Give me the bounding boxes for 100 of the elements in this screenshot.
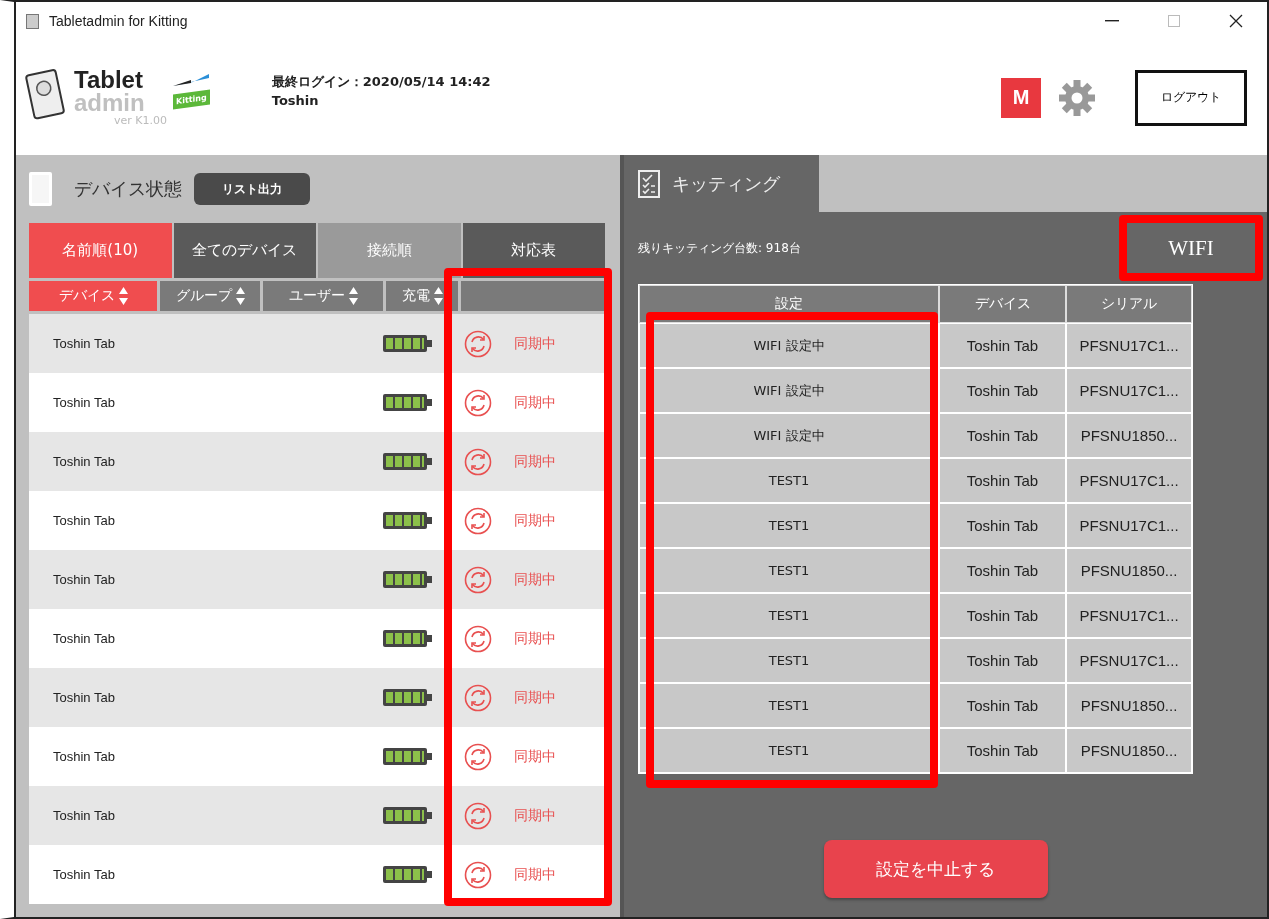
logo-subtitle: admin (74, 92, 145, 114)
device-name: Toshin Tab (53, 631, 116, 646)
sync-status: 同期中 (514, 511, 556, 530)
table-cell: PFSNU17C1... (1066, 503, 1192, 548)
table-cell: PFSNU1850... (1066, 728, 1192, 773)
mode-label: WIFI (1119, 215, 1263, 281)
app-icon (26, 13, 39, 29)
table-cell: WIFI 設定中 (639, 368, 939, 413)
kitting-tab[interactable]: キッティング (624, 155, 819, 212)
sort-icon (433, 287, 443, 305)
window-title: Tabletadmin for Kitting (49, 13, 188, 29)
device-name: Toshin Tab (53, 513, 116, 528)
sort-icon (348, 287, 358, 305)
device-row[interactable]: Toshin Tab 同期中 (29, 845, 605, 904)
tab[interactable]: 全てのデバイス (173, 223, 316, 278)
sync-status: 同期中 (514, 452, 556, 471)
table-cell: WIFI 設定中 (639, 413, 939, 458)
logout-button[interactable]: ログアウト (1135, 69, 1247, 126)
minimize-icon (1105, 20, 1119, 22)
battery-icon (383, 335, 432, 352)
maximize-icon (1168, 15, 1180, 27)
device-icon (29, 172, 52, 206)
device-name: Toshin Tab (53, 572, 116, 587)
table-cell: Toshin Tab (939, 458, 1066, 503)
table-cell: PFSNU1850... (1066, 548, 1192, 593)
checklist-icon (638, 169, 660, 198)
sync-icon (464, 565, 492, 594)
battery-icon (383, 453, 432, 470)
stop-button[interactable]: 設定を中止する (823, 840, 1048, 898)
m-badge[interactable]: M (1001, 77, 1041, 118)
device-name: Toshin Tab (53, 454, 116, 469)
export-button[interactable]: リスト出力 (194, 173, 310, 205)
table-cell: TEST1 (639, 683, 939, 728)
table-cell: PFSNU17C1... (1066, 323, 1192, 368)
device-row[interactable]: Toshin Tab 同期中 (29, 373, 605, 432)
sort-icon (235, 287, 245, 305)
device-name: Toshin Tab (53, 395, 116, 410)
device-row[interactable]: Toshin Tab 同期中 (29, 491, 605, 550)
battery-icon (383, 866, 432, 883)
table-cell: TEST1 (639, 503, 939, 548)
sync-status: 同期中 (514, 629, 556, 648)
table-cell: PFSNU1850... (1066, 413, 1192, 458)
device-row[interactable]: Toshin Tab 同期中 (29, 432, 605, 491)
device-name: Toshin Tab (53, 336, 116, 351)
device-row[interactable]: Toshin Tab 同期中 (29, 609, 605, 668)
device-name: Toshin Tab (53, 808, 116, 823)
logo-title: Tablet (74, 68, 143, 92)
column-header[interactable]: デバイス (29, 281, 157, 311)
remaining-count: 残りキッティング台数: 918台 (638, 239, 801, 257)
battery-icon (383, 571, 432, 588)
sync-status: 同期中 (514, 865, 556, 884)
table-cell: PFSNU17C1... (1066, 638, 1192, 683)
table-cell: Toshin Tab (939, 638, 1066, 683)
table-cell: Toshin Tab (939, 548, 1066, 593)
sync-status: 同期中 (514, 806, 556, 825)
sync-status: 同期中 (514, 747, 556, 766)
table-header: シリアル (1066, 285, 1192, 323)
column-header[interactable]: ユーザー (263, 281, 383, 311)
battery-icon (383, 689, 432, 706)
close-icon (1229, 14, 1243, 28)
tab[interactable]: 名前順(10) (29, 223, 172, 278)
table-cell: PFSNU17C1... (1066, 368, 1192, 413)
sync-icon (464, 329, 492, 358)
panel-title: デバイス状態 (74, 177, 182, 201)
sync-icon (464, 860, 492, 889)
sync-status: 同期中 (514, 393, 556, 412)
device-row[interactable]: Toshin Tab 同期中 (29, 727, 605, 786)
battery-icon (383, 807, 432, 824)
device-row[interactable]: Toshin Tab 同期中 (29, 786, 605, 845)
sort-icon (118, 287, 128, 305)
sync-icon (464, 683, 492, 712)
sync-icon (464, 624, 492, 653)
table-cell: TEST1 (639, 458, 939, 503)
table-cell: Toshin Tab (939, 368, 1066, 413)
table-cell: Toshin Tab (939, 683, 1066, 728)
table-cell: Toshin Tab (939, 413, 1066, 458)
table-cell: Toshin Tab (939, 323, 1066, 368)
device-name: Toshin Tab (53, 749, 116, 764)
table-cell: PFSNU1850... (1066, 683, 1192, 728)
version-label: ver K1.00 (114, 114, 167, 127)
sync-icon (464, 801, 492, 830)
table-cell: WIFI 設定中 (639, 323, 939, 368)
table-cell: TEST1 (639, 593, 939, 638)
table-cell: Toshin Tab (939, 593, 1066, 638)
device-row[interactable]: Toshin Tab 同期中 (29, 314, 605, 373)
sync-status: 同期中 (514, 334, 556, 353)
battery-icon (383, 512, 432, 529)
sync-status: 同期中 (514, 688, 556, 707)
user-name: Toshin (271, 91, 320, 110)
swoosh-icon (173, 74, 209, 86)
sync-icon (464, 388, 492, 417)
column-header[interactable]: グループ (160, 281, 260, 311)
device-name: Toshin Tab (53, 690, 116, 705)
device-name: Toshin Tab (53, 867, 116, 882)
sync-icon (464, 506, 492, 535)
table-header: デバイス (939, 285, 1066, 323)
settings-icon[interactable] (1057, 77, 1097, 118)
kitting-badge: Kitting (173, 89, 210, 110)
device-row[interactable]: Toshin Tab 同期中 (29, 668, 605, 727)
device-row[interactable]: Toshin Tab 同期中 (29, 550, 605, 609)
